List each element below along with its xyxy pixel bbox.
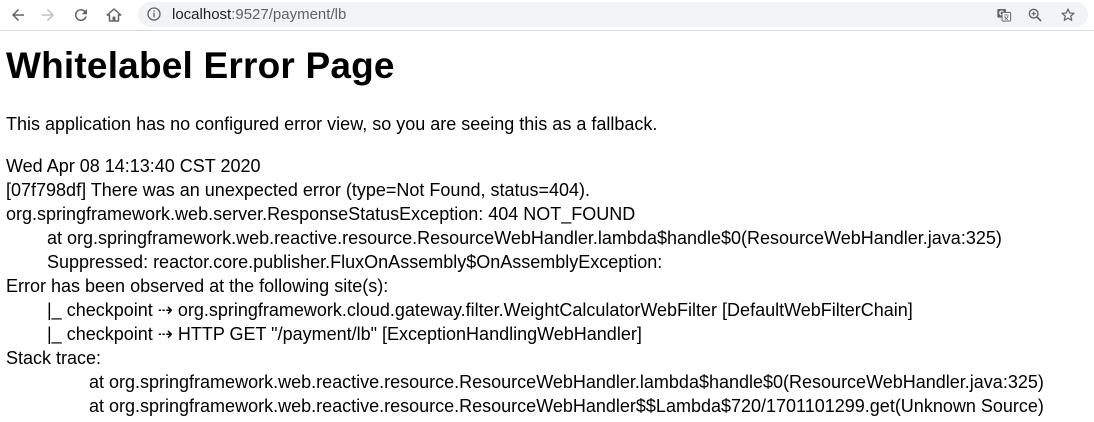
arrow-left-icon [12, 9, 24, 21]
stack-frame: at org.springframework.web.reactive.reso… [89, 372, 1044, 392]
exception-line: org.springframework.web.server.ResponseS… [6, 204, 636, 224]
reload-icon [74, 9, 87, 22]
reload-button[interactable] [69, 3, 93, 27]
forward-button[interactable] [36, 3, 60, 27]
checkpoint-line: |_ checkpoint ⇢ HTTP GET "/payment/lb" [… [47, 324, 642, 344]
home-button[interactable] [102, 3, 126, 27]
back-button[interactable] [6, 3, 30, 27]
translate-button[interactable]: G [994, 5, 1014, 25]
stack-frame: at org.springframework.web.reactive.reso… [47, 228, 1002, 248]
intro-text: This application has no configured error… [6, 114, 658, 134]
browser-toolbar: localhost:9527/payment/lb G [0, 0, 1094, 31]
url-host: localhost [172, 6, 232, 23]
star-icon [1061, 8, 1075, 21]
url-path: :9527/payment/lb [231, 6, 347, 23]
zoom-button[interactable] [1025, 5, 1045, 25]
bookmark-button[interactable] [1058, 5, 1078, 25]
error-summary: [07f798df] There was an unexpected error… [6, 180, 591, 200]
info-icon[interactable] [146, 6, 162, 22]
page-title: Whitelabel Error Page [6, 45, 395, 86]
error-details: Wed Apr 08 14:13:40 CST 2020 [07f798df] … [6, 154, 1044, 418]
suppressed-line: Suppressed: reactor.core.publisher.FluxO… [47, 252, 663, 272]
timestamp: Wed Apr 08 14:13:40 CST 2020 [6, 156, 261, 176]
observed-sites-heading: Error has been observed at the following… [6, 276, 389, 296]
stack-frame: at org.springframework.web.reactive.reso… [89, 396, 1044, 416]
zoom-icon [1028, 8, 1042, 22]
translate-icon: G [997, 9, 1012, 22]
arrow-right-icon [42, 9, 54, 21]
url-text[interactable]: localhost:9527/payment/lb [172, 6, 346, 23]
page-content: Whitelabel Error Page [6, 44, 395, 88]
stack-trace-heading: Stack trace: [6, 348, 102, 368]
home-icon [106, 8, 122, 22]
address-bar[interactable]: localhost:9527/payment/lb G [138, 2, 1088, 27]
checkpoint-line: |_ checkpoint ⇢ org.springframework.clou… [47, 300, 913, 320]
